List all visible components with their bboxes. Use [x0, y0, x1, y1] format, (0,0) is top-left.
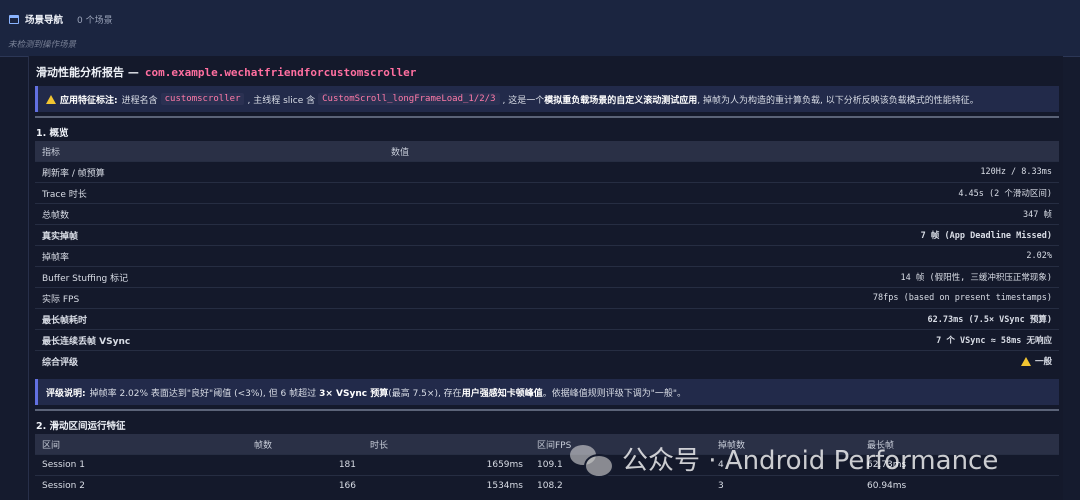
table-row: Session 2 166 1534ms 108.2 3 60.94ms: [35, 475, 1059, 496]
table-row: 总帧数 347 帧: [35, 203, 1059, 225]
watermark-text: 公众号 · Android Performance: [622, 446, 999, 476]
table-row: 真实掉帧 7 帧 (App Deadline Missed): [35, 224, 1059, 246]
overview-table: 指标 数值 刷新率 / 帧预算 120Hz / 8.33ms Trace 时长 4.…: [35, 141, 1059, 371]
report-title: 滑动性能分析报告 — com.example.wechatfriendforcus…: [36, 66, 417, 79]
package-name: com.example.wechatfriendforcustomscrolle…: [144, 66, 417, 79]
divider: [35, 409, 1059, 411]
table-row: 刷新率 / 帧预算 120Hz / 8.33ms: [35, 161, 1059, 183]
report-panel: 滑动性能分析报告 — com.example.wechatfriendforcus…: [28, 56, 1063, 500]
wechat-icon: [570, 443, 614, 478]
divider: [35, 116, 1059, 118]
table-row: 综合评级 一般: [35, 350, 1059, 371]
overall-rating: 一般: [1034, 357, 1052, 367]
col-value: 数值: [384, 141, 1059, 162]
warning-icon: [1020, 357, 1031, 366]
scene-navigation-bar: 场景导航 0 个场景 未检测到操作场景: [0, 0, 1080, 57]
table-row: 最长帧耗时 62.73ms (7.5× VSync 预算): [35, 308, 1059, 330]
scene-nav-title: 场景导航: [25, 15, 64, 26]
scene-count: 0 个场景: [77, 15, 113, 26]
table-row: 最长连续丢帧 VSync 7 个 VSync ≈ 58ms 无响应: [35, 329, 1059, 351]
table-row: Trace 时长 4.45s (2 个滑动区间): [35, 182, 1059, 204]
table-row: 掉帧率 2.02%: [35, 245, 1059, 267]
calendar-icon: [9, 14, 19, 24]
overview-heading: 1. 概览: [36, 128, 69, 139]
table-row: Buffer Stuffing 标记 14 帧 (假阳性, 三缓冲积压正常现象): [35, 266, 1059, 288]
warning-icon: [46, 94, 56, 104]
table-row: 实际 FPS 78fps (based on present timestamps…: [35, 287, 1059, 309]
rating-explanation-callout: 评级说明: 掉帧率 2.02% 表面达到"良好"阈值 (<3%), 但 6 帧超…: [35, 379, 1059, 405]
feature-callout: 应用特征标注: 进程名含 customscroller , 主线程 slice …: [35, 86, 1059, 112]
code-process-name: customscroller: [160, 93, 245, 105]
sessions-heading: 2. 滑动区间运行特征: [36, 421, 126, 432]
code-slice-name: CustomScroll_longFrameLoad_1/2/3: [318, 93, 500, 105]
no-scene-message: 未检测到操作场景: [8, 40, 77, 50]
table-header: 指标 数值: [35, 141, 1059, 162]
watermark: 公众号 · Android Performance: [570, 440, 999, 478]
col-metric: 指标: [35, 141, 384, 162]
